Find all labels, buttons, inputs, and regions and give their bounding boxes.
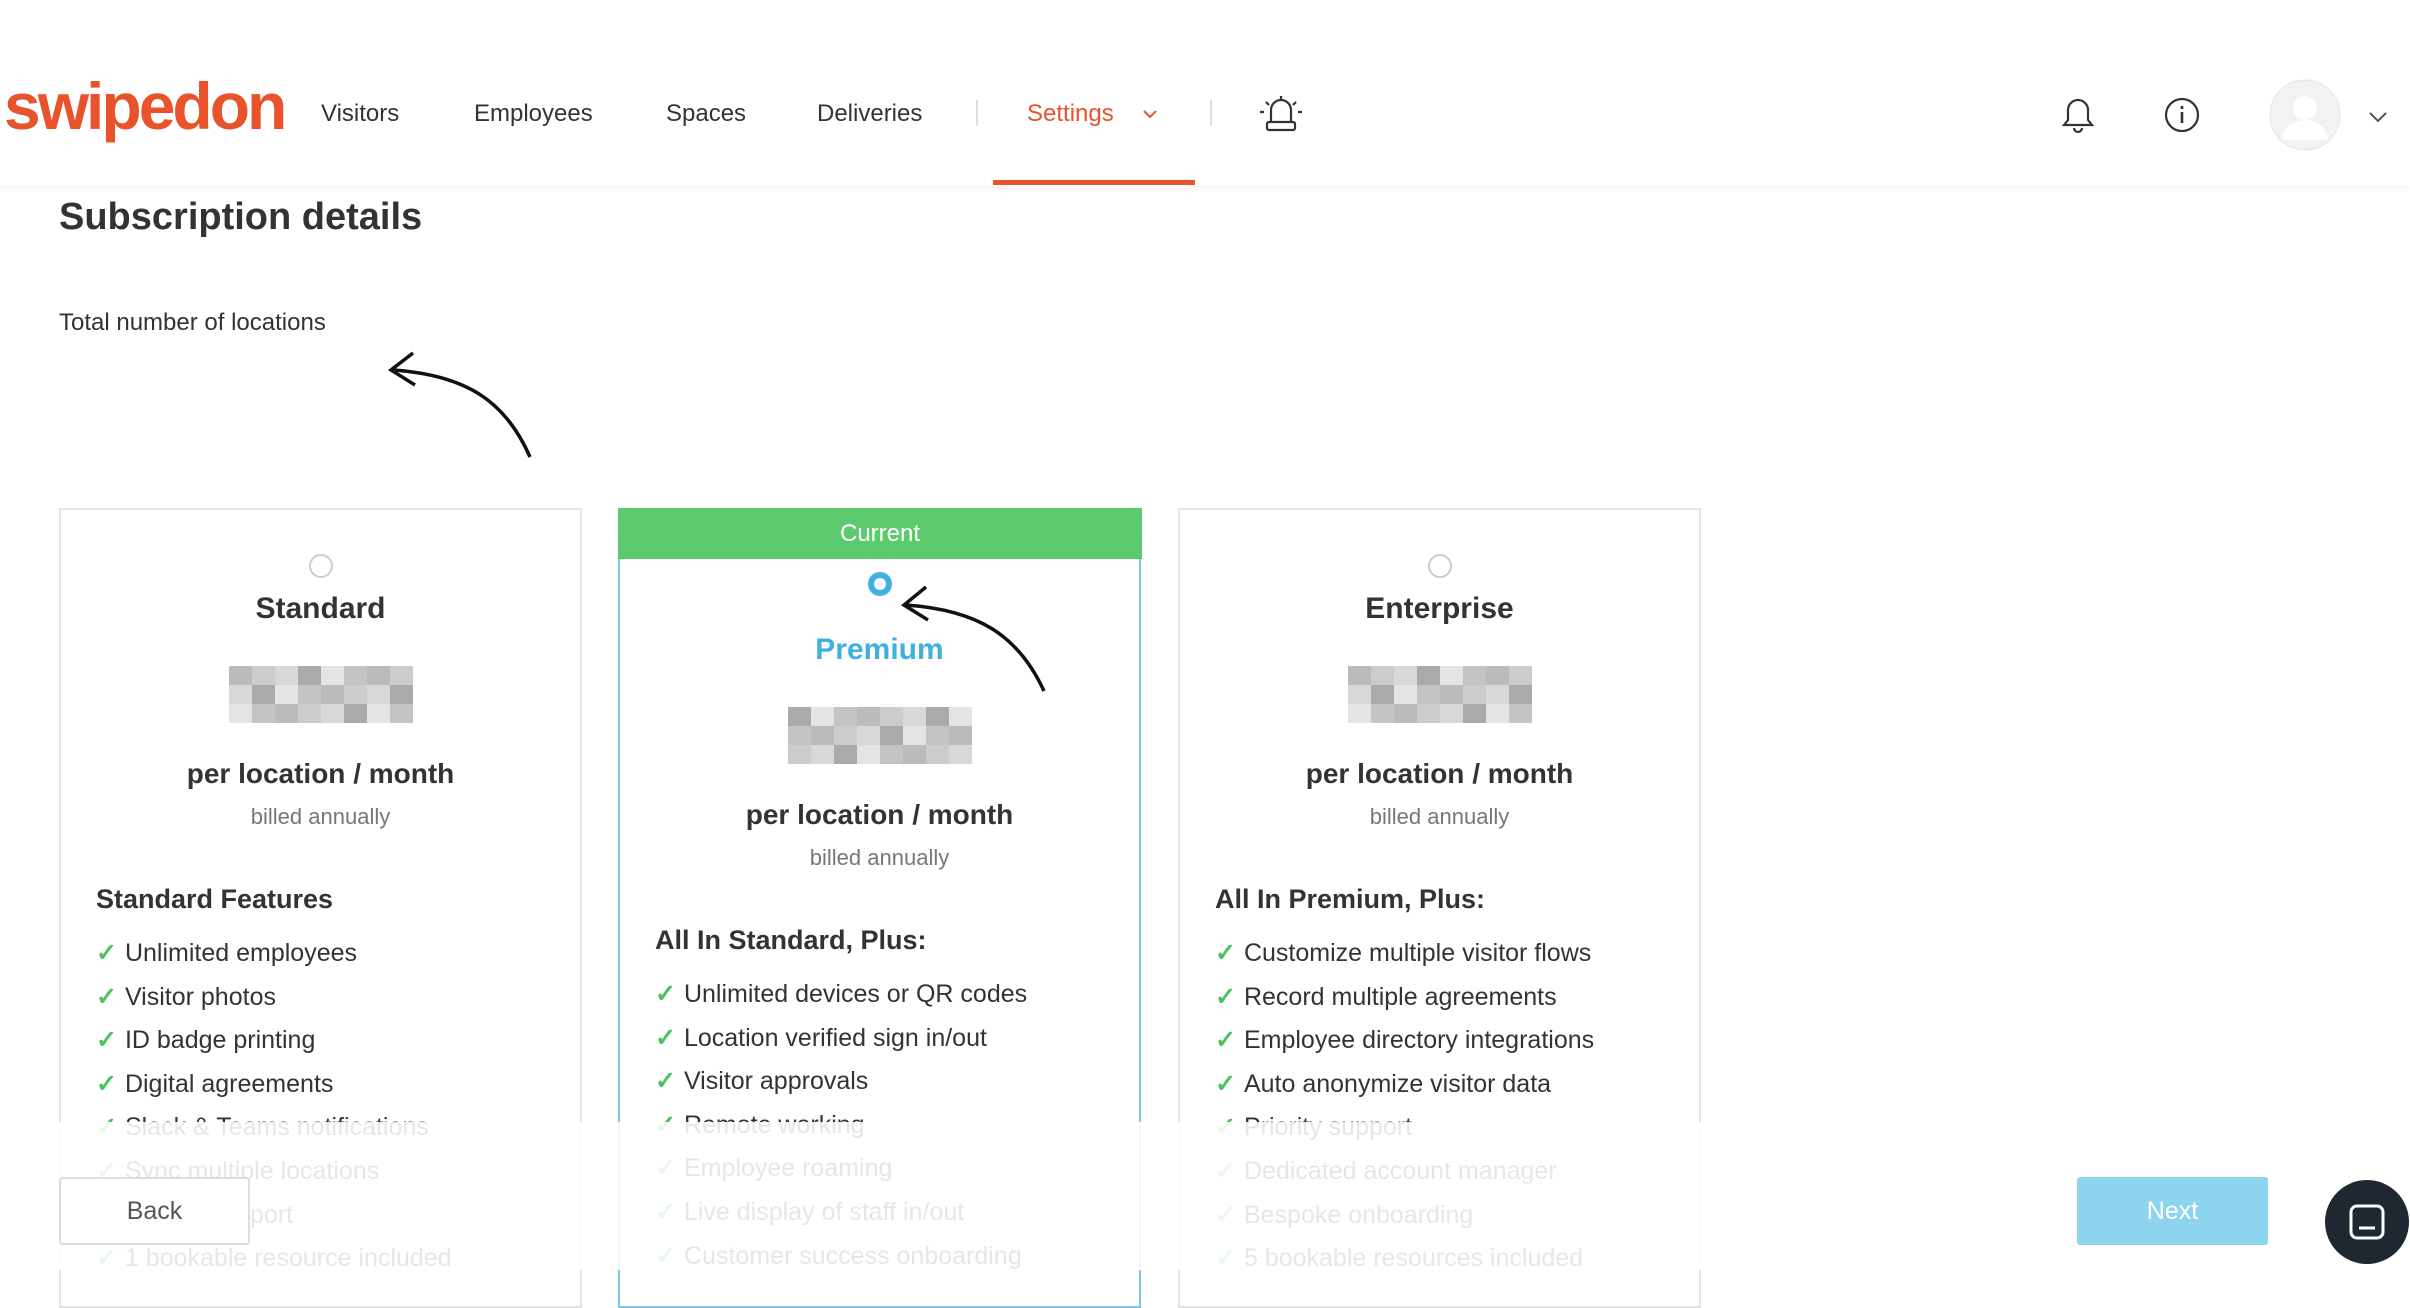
page-title: Subscription details [59, 196, 423, 238]
chevron-down-icon[interactable] [2368, 110, 2388, 124]
feature-item: ✓ Digital agreements [96, 1069, 334, 1098]
footer-bar [0, 1122, 2410, 1270]
check-icon: ✓ [96, 939, 117, 967]
plan-name: Premium [815, 633, 944, 666]
top-nav: swipedon Visitors Employees Spaces Deliv… [0, 0, 2410, 186]
bell-icon[interactable] [2060, 96, 2096, 136]
nav-spaces[interactable]: Spaces [666, 100, 746, 128]
avatar[interactable] [2268, 78, 2342, 152]
blurred-price [1347, 666, 1532, 723]
info-icon[interactable] [2163, 96, 2201, 134]
chevron-down-icon[interactable] [1142, 108, 1158, 120]
blurred-price [228, 666, 413, 723]
nav-settings[interactable]: Settings [1027, 100, 1114, 128]
check-icon: ✓ [1215, 982, 1236, 1011]
feature-item: ✓ Visitor approvals [655, 1067, 869, 1096]
feature-item: ✓ Unlimited devices or QR codes [655, 980, 1028, 1008]
price-unit: per location / month [1305, 758, 1574, 789]
nav-divider [976, 100, 978, 126]
annotation-arrow-icon [901, 585, 1046, 692]
check-icon: ✓ [655, 980, 676, 1008]
check-icon: ✓ [1215, 1069, 1236, 1098]
billing-period: billed annually [809, 845, 950, 870]
swipedon-logo[interactable]: swipedon [4, 68, 287, 144]
check-icon: ✓ [655, 1023, 676, 1052]
blurred-price [787, 707, 972, 764]
feature-item: ✓ Location verified sign in/out [655, 1023, 987, 1052]
nav-visitors[interactable]: Visitors [321, 100, 399, 128]
price-unit: per location / month [745, 799, 1014, 830]
check-icon: ✓ [1215, 1026, 1236, 1055]
chat-icon [2349, 1204, 2385, 1240]
plan-name: Standard [255, 592, 386, 625]
nav-employees[interactable]: Employees [474, 100, 593, 128]
feature-item: ✓ ID badge printing [96, 1026, 316, 1055]
feature-item: ✓ Employee directory integrations [1215, 1026, 1595, 1055]
check-icon: ✓ [1215, 939, 1236, 967]
billing-period: billed annually [1369, 804, 1510, 829]
feature-item: ✓ Auto anonymize visitor data [1215, 1069, 1552, 1098]
billing-period: billed annually [250, 804, 391, 829]
plan-radio[interactable] [308, 554, 333, 578]
locations-label: Total number of locations [59, 309, 326, 336]
next-button[interactable]: Next [2077, 1177, 2268, 1245]
feature-item: ✓ Visitor photos [96, 982, 276, 1011]
check-icon: ✓ [96, 1069, 117, 1098]
chat-button[interactable] [2325, 1180, 2409, 1264]
plan-radio[interactable] [867, 572, 892, 596]
feature-item: ✓ Customize multiple visitor flows [1215, 939, 1592, 967]
feature-item: ✓ Record multiple agreements [1215, 982, 1557, 1011]
features-heading: Standard Features [96, 884, 334, 914]
alarm-light-icon[interactable] [1258, 94, 1304, 134]
annotation-arrow-icon [387, 351, 532, 458]
back-button[interactable]: Back [59, 1177, 250, 1245]
active-tab-indicator [993, 180, 1195, 185]
features-heading: All In Premium, Plus: [1215, 884, 1486, 914]
check-icon: ✓ [655, 1067, 676, 1096]
plan-name: Enterprise [1365, 592, 1514, 625]
check-icon: ✓ [96, 1026, 117, 1055]
nav-divider [1210, 100, 1212, 126]
nav-deliveries[interactable]: Deliveries [817, 100, 922, 128]
plan-radio[interactable] [1427, 554, 1452, 578]
price-unit: per location / month [186, 758, 455, 789]
features-heading: All In Standard, Plus: [655, 925, 927, 955]
check-icon: ✓ [96, 982, 117, 1011]
feature-item: ✓ Unlimited employees [96, 939, 357, 967]
current-plan-badge: Current [618, 508, 1142, 559]
